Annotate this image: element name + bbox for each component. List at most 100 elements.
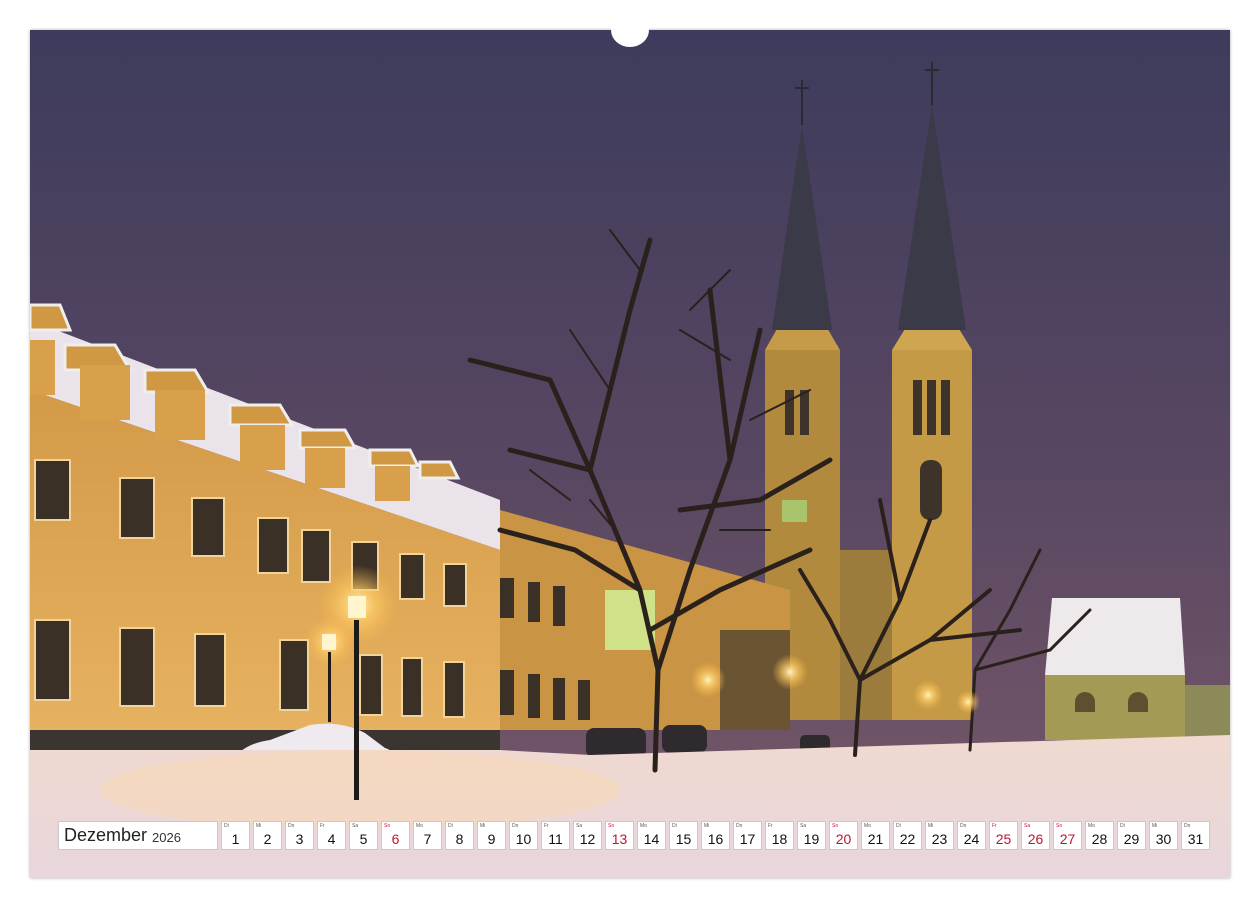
day-number: 30 xyxy=(1155,831,1172,847)
day-number: 6 xyxy=(391,831,400,847)
day-cell: Di 29 xyxy=(1117,821,1146,850)
month-label-box: Dezember 2026 xyxy=(58,821,218,850)
day-number: 9 xyxy=(487,831,496,847)
day-of-week: Mi xyxy=(704,823,710,829)
day-cell: Sa 12 xyxy=(573,821,602,850)
day-of-week: Mi xyxy=(1152,823,1158,829)
day-number: 22 xyxy=(899,831,916,847)
day-of-week: Di xyxy=(448,823,453,829)
day-cell: Sa 19 xyxy=(797,821,826,850)
day-cell: So 20 xyxy=(829,821,858,850)
hanger-notch-icon xyxy=(611,22,649,47)
day-of-week: Mi xyxy=(256,823,262,829)
day-number: 28 xyxy=(1091,831,1108,847)
day-cell: Fr 4 xyxy=(317,821,346,850)
day-cell: So 6 xyxy=(381,821,410,850)
day-cell: Fr 25 xyxy=(989,821,1018,850)
day-cell: Sa 26 xyxy=(1021,821,1050,850)
day-cell: Di 15 xyxy=(669,821,698,850)
day-cell: Di 8 xyxy=(445,821,474,850)
day-number: 4 xyxy=(327,831,336,847)
day-of-week: Mo xyxy=(1088,823,1095,829)
day-of-week: Do xyxy=(288,823,295,829)
day-cell: Di 1 xyxy=(221,821,250,850)
day-of-week: Fr xyxy=(320,823,325,829)
day-cell: Mi 2 xyxy=(253,821,282,850)
day-of-week: So xyxy=(384,823,391,829)
day-of-week: Mo xyxy=(416,823,423,829)
day-of-week: So xyxy=(832,823,839,829)
day-number: 31 xyxy=(1187,831,1204,847)
day-of-week: Di xyxy=(896,823,901,829)
day-of-week: Do xyxy=(512,823,519,829)
day-number: 8 xyxy=(455,831,464,847)
calendar-photo xyxy=(30,30,1230,878)
day-number: 17 xyxy=(739,831,756,847)
day-of-week: Sa xyxy=(576,823,583,829)
day-cell: Mi 16 xyxy=(701,821,730,850)
day-number: 3 xyxy=(295,831,304,847)
day-of-week: Mo xyxy=(640,823,647,829)
day-of-week: Sa xyxy=(352,823,359,829)
day-number: 12 xyxy=(579,831,596,847)
day-number: 27 xyxy=(1059,831,1076,847)
day-cell: Sa 5 xyxy=(349,821,378,850)
day-number: 5 xyxy=(359,831,368,847)
day-of-week: Mi xyxy=(480,823,486,829)
day-cell: So 27 xyxy=(1053,821,1082,850)
day-of-week: Fr xyxy=(768,823,773,829)
day-of-week: Fr xyxy=(544,823,549,829)
day-cell: Mo 7 xyxy=(413,821,442,850)
day-cell: Mi 23 xyxy=(925,821,954,850)
day-number: 25 xyxy=(995,831,1012,847)
day-cell: Mo 14 xyxy=(637,821,666,850)
calendar-strip: Dezember 2026 Di 1 Mi 2 Do 3 Fr 4 Sa 5 So 6 Mo 7 Di 8 Mi… xyxy=(58,821,1210,850)
day-of-week: Do xyxy=(960,823,967,829)
day-of-week: Sa xyxy=(800,823,807,829)
day-number: 1 xyxy=(231,831,240,847)
day-of-week: Mo xyxy=(864,823,871,829)
day-number: 29 xyxy=(1123,831,1140,847)
day-cell: Do 31 xyxy=(1181,821,1210,850)
day-of-week: Di xyxy=(224,823,229,829)
day-number: 14 xyxy=(643,831,660,847)
day-number: 10 xyxy=(515,831,532,847)
day-of-week: Fr xyxy=(992,823,997,829)
day-cell: Fr 18 xyxy=(765,821,794,850)
day-number: 16 xyxy=(707,831,724,847)
day-of-week: Di xyxy=(1120,823,1125,829)
day-number: 20 xyxy=(835,831,852,847)
day-cell: Mi 9 xyxy=(477,821,506,850)
day-number: 24 xyxy=(963,831,980,847)
day-cell: Do 24 xyxy=(957,821,986,850)
day-of-week: Do xyxy=(736,823,743,829)
day-cell: Do 17 xyxy=(733,821,762,850)
day-cell: Di 22 xyxy=(893,821,922,850)
day-number: 15 xyxy=(675,831,692,847)
day-of-week: Sa xyxy=(1024,823,1031,829)
day-cell: Fr 11 xyxy=(541,821,570,850)
day-number: 23 xyxy=(931,831,948,847)
day-of-week: So xyxy=(1056,823,1063,829)
month-name: Dezember xyxy=(64,825,148,845)
day-of-week: Do xyxy=(1184,823,1191,829)
day-number: 19 xyxy=(803,831,820,847)
year: 2026 xyxy=(152,829,181,845)
day-number: 21 xyxy=(867,831,884,847)
day-cell: Do 3 xyxy=(285,821,314,850)
day-cell: Mi 30 xyxy=(1149,821,1178,850)
day-number: 2 xyxy=(263,831,272,847)
day-cell: Do 10 xyxy=(509,821,538,850)
day-number: 18 xyxy=(771,831,788,847)
day-of-week: So xyxy=(608,823,615,829)
days-row: Di 1 Mi 2 Do 3 Fr 4 Sa 5 So 6 Mo 7 Di 8 Mi 9 Do 10 Fr 11 Sa 12 S… xyxy=(221,821,1210,850)
day-cell: So 13 xyxy=(605,821,634,850)
day-number: 26 xyxy=(1027,831,1044,847)
day-cell: Mo 21 xyxy=(861,821,890,850)
day-number: 7 xyxy=(423,831,432,847)
day-cell: Mo 28 xyxy=(1085,821,1114,850)
day-of-week: Di xyxy=(672,823,677,829)
day-number: 13 xyxy=(611,831,628,847)
day-of-week: Mi xyxy=(928,823,934,829)
winter-cathedral-scene xyxy=(30,30,1230,878)
